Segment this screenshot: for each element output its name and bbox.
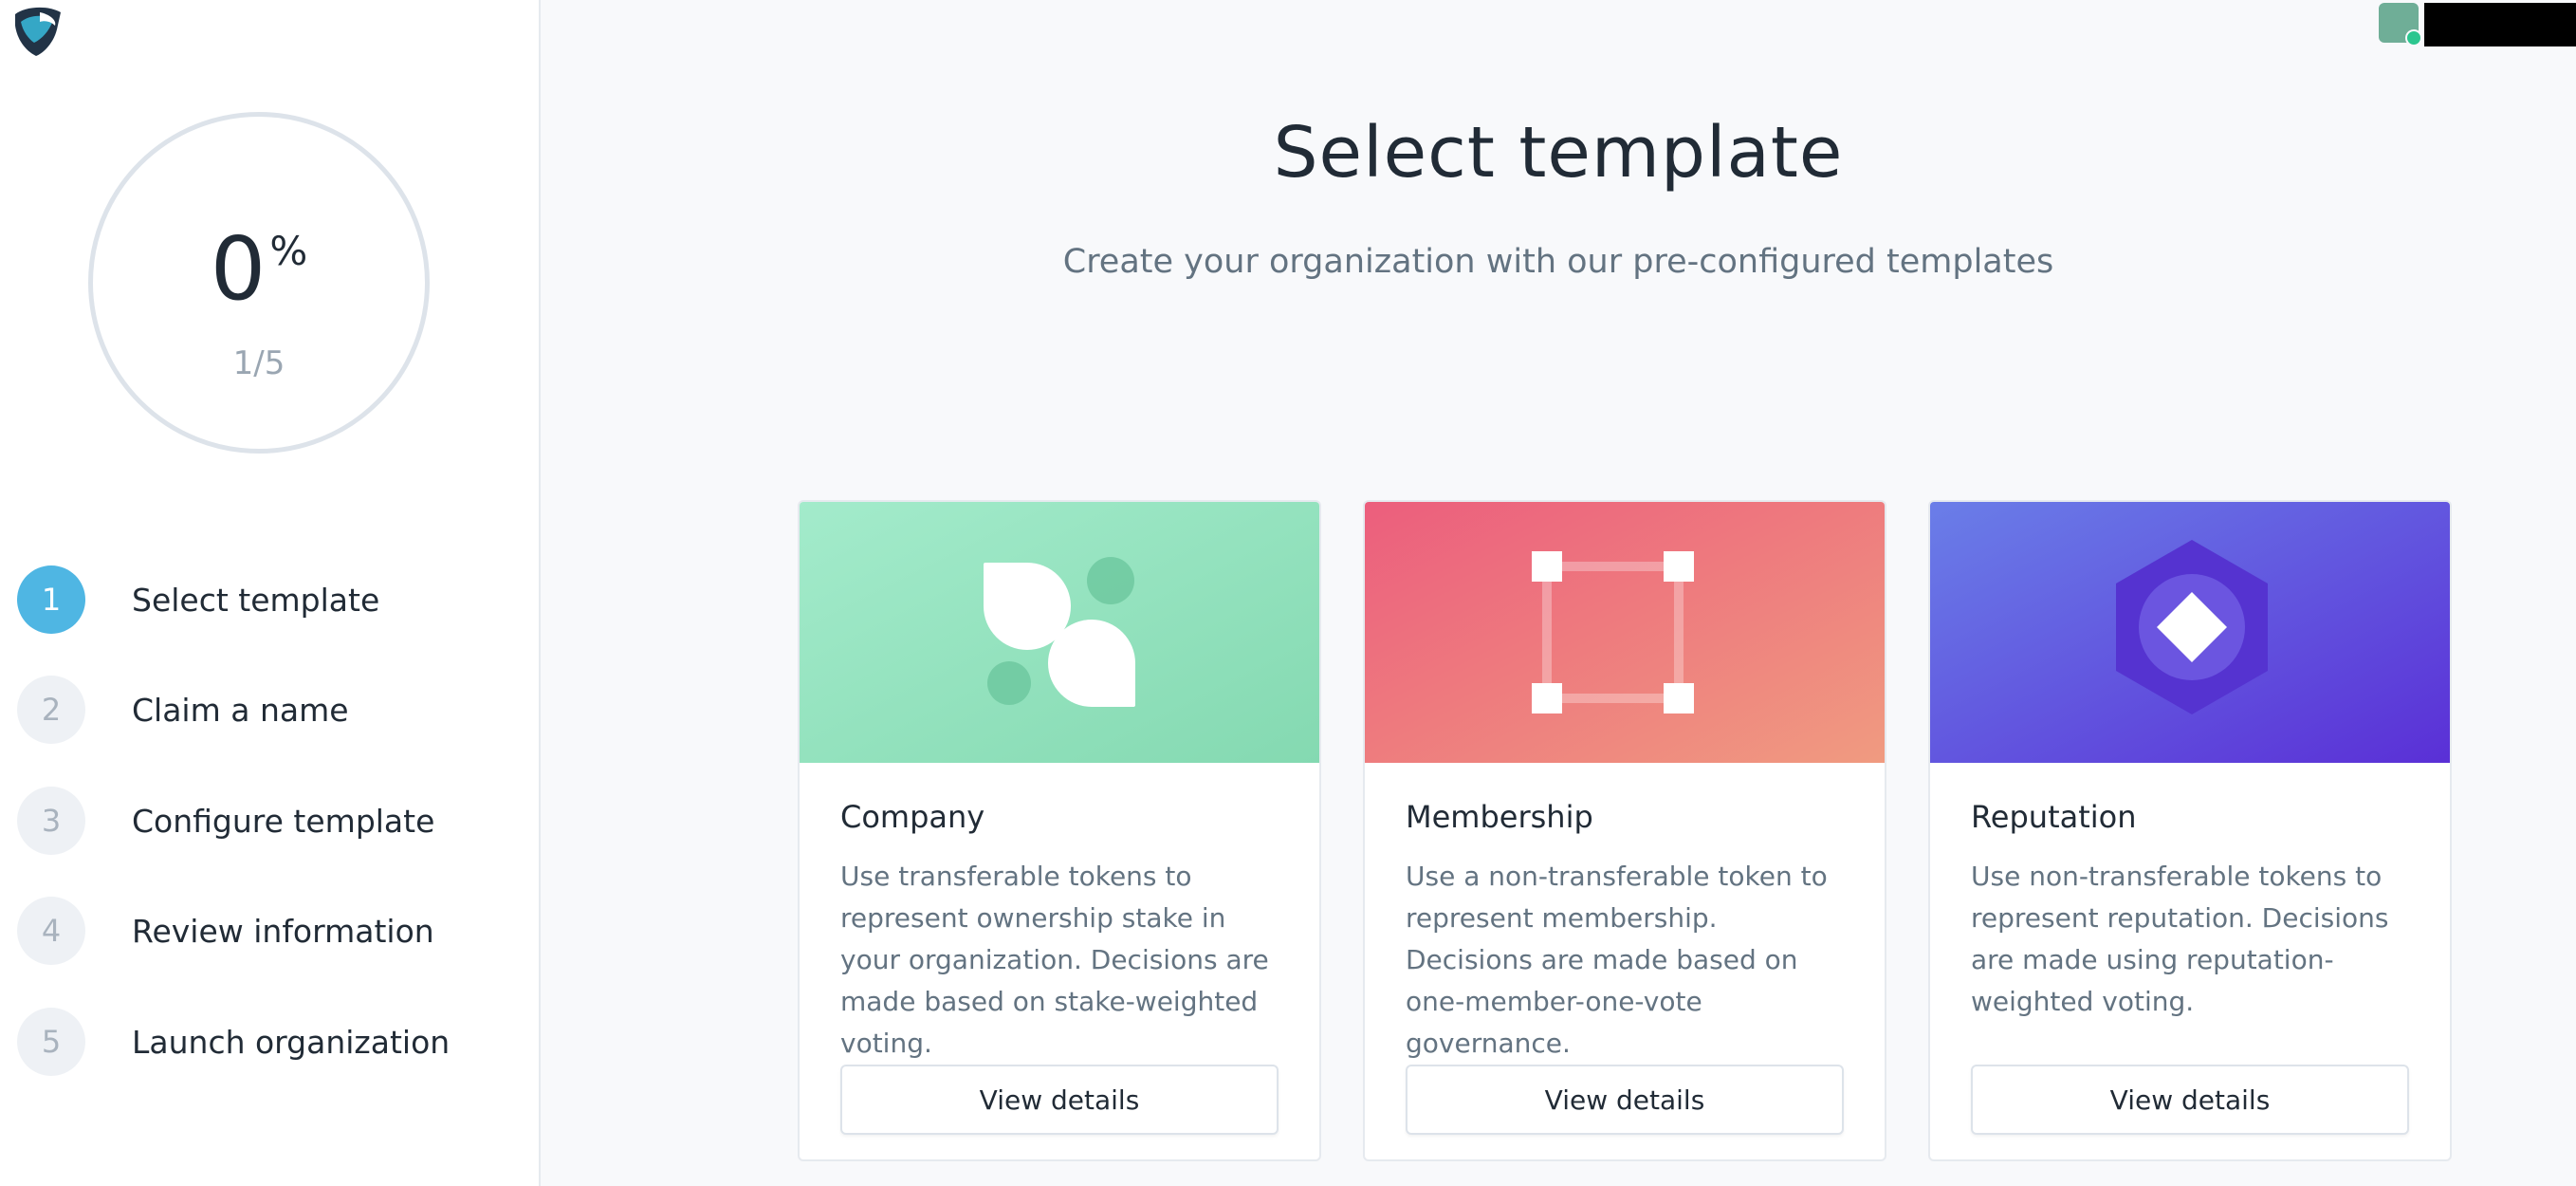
aragon-logo-icon[interactable] — [8, 5, 66, 58]
sidebar: 0% 1/5 1 Select template 2 Claim a name … — [0, 0, 541, 1186]
step-label: Claim a name — [132, 691, 349, 729]
reputation-icon — [1930, 502, 2450, 763]
step-number: 3 — [17, 787, 85, 855]
connected-status-dot — [2405, 29, 2422, 46]
step-select-template[interactable]: 1 Select template — [17, 565, 510, 635]
account-avatar[interactable] — [2379, 3, 2422, 46]
card-title: Company — [840, 799, 985, 835]
step-label: Review information — [132, 912, 434, 950]
card-description: Use a non-transferable token to represen… — [1406, 861, 1828, 1059]
step-label: Configure template — [132, 802, 435, 840]
step-label: Launch organization — [132, 1023, 451, 1061]
step-review-information[interactable]: 4 Review information — [17, 896, 510, 966]
card-title: Reputation — [1971, 799, 2137, 835]
company-icon — [800, 502, 1319, 763]
template-card-company[interactable]: Company Use transferable tokens to repre… — [798, 500, 1321, 1161]
page-title: Select template — [1273, 112, 1844, 194]
account-address[interactable] — [2424, 3, 2576, 46]
page-subtitle: Create your organization with our pre-co… — [1062, 243, 2054, 281]
card-description: Use transferable tokens to represent own… — [840, 861, 1269, 1059]
step-number: 2 — [17, 676, 85, 744]
progress-step-count: 1/5 — [232, 344, 285, 382]
step-claim-name[interactable]: 2 Claim a name — [17, 675, 510, 745]
step-number: 5 — [17, 1008, 85, 1076]
card-hero — [1365, 502, 1885, 763]
card-hero — [1930, 502, 2450, 763]
membership-icon — [1365, 502, 1885, 763]
view-details-button[interactable]: View details — [840, 1065, 1279, 1135]
step-configure-template[interactable]: 3 Configure template — [17, 786, 510, 856]
view-details-button[interactable]: View details — [1406, 1065, 1844, 1135]
template-card-reputation[interactable]: Reputation Use non-transferable tokens t… — [1928, 500, 2452, 1161]
progress-percentage: 0% — [210, 218, 308, 320]
card-description: Use non-transferable tokens to represent… — [1971, 861, 2389, 1017]
step-launch-organization[interactable]: 5 Launch organization — [17, 1007, 510, 1077]
view-details-button[interactable]: View details — [1971, 1065, 2409, 1135]
step-number: 1 — [17, 565, 85, 634]
step-label: Select template — [132, 581, 380, 619]
card-hero — [800, 502, 1319, 763]
step-number: 4 — [17, 897, 85, 965]
progress-ring: 0% 1/5 — [88, 112, 430, 454]
card-title: Membership — [1406, 799, 1593, 835]
template-card-membership[interactable]: Membership Use a non-transferable token … — [1363, 500, 1886, 1161]
